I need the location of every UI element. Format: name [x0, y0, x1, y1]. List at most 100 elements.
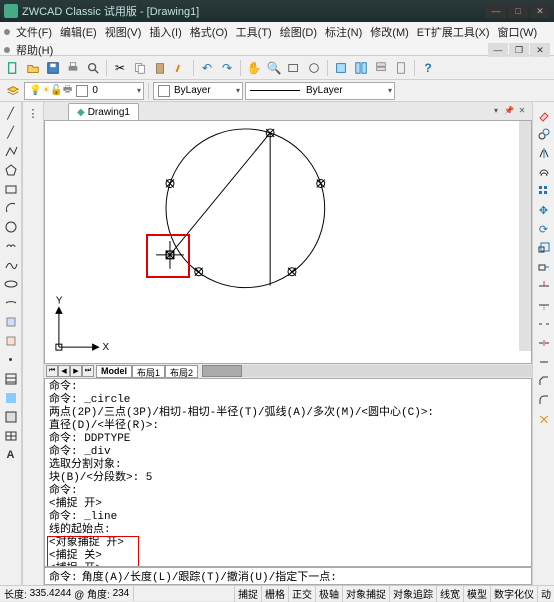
new-button[interactable]	[4, 59, 22, 77]
mirror-tool[interactable]	[535, 144, 553, 162]
cut-button[interactable]: ✂	[111, 59, 129, 77]
calc-button[interactable]	[392, 59, 410, 77]
doc-restore-button[interactable]: ❐	[509, 43, 529, 57]
doc-tab-drawing1[interactable]: ◆ Drawing1	[68, 103, 139, 120]
linetype-select[interactable]: ByLayer	[245, 82, 395, 100]
properties-button[interactable]	[332, 59, 350, 77]
pline-tool[interactable]	[2, 142, 20, 160]
break-tool[interactable]	[535, 315, 553, 333]
minimize-button[interactable]: —	[486, 4, 506, 18]
design-center-button[interactable]	[352, 59, 370, 77]
ellipse-tool[interactable]	[2, 275, 20, 293]
toggle-grid[interactable]: 栅格	[261, 586, 288, 602]
polygon-tool[interactable]	[2, 161, 20, 179]
rotate-tool[interactable]: ⟳	[535, 220, 553, 238]
menu-tools[interactable]: 工具(T)	[232, 23, 276, 41]
tab-layout1[interactable]: 布局1	[132, 365, 165, 378]
grip-icon[interactable]: ⋮	[24, 104, 42, 122]
fillet-tool[interactable]	[535, 391, 553, 409]
nav-first-button[interactable]: ⏮	[46, 365, 58, 377]
hatch-tool[interactable]	[2, 370, 20, 388]
copy-tool[interactable]	[535, 125, 553, 143]
tab-pin-button[interactable]: 📌	[503, 104, 515, 116]
menu-draw[interactable]: 绘图(D)	[276, 23, 321, 41]
toggle-dyn[interactable]: 动	[537, 586, 554, 602]
print-button[interactable]	[64, 59, 82, 77]
scrollbar-horizontal[interactable]	[202, 365, 532, 377]
mtext-tool[interactable]: A	[2, 446, 20, 464]
gradient-tool[interactable]	[2, 389, 20, 407]
menu-edit[interactable]: 编辑(E)	[56, 23, 101, 41]
scrollbar-vertical[interactable]	[519, 121, 531, 351]
circle-tool[interactable]	[2, 218, 20, 236]
toggle-osnap[interactable]: 对象捕捉	[342, 586, 389, 602]
revcloud-tool[interactable]	[2, 237, 20, 255]
insert-tool[interactable]	[2, 313, 20, 331]
menu-window[interactable]: 窗口(W)	[494, 23, 542, 41]
arc-tool[interactable]	[2, 199, 20, 217]
tab-pin-icon[interactable]: ▾	[490, 104, 502, 116]
save-button[interactable]	[44, 59, 62, 77]
menu-file[interactable]: 文件(F)	[12, 23, 56, 41]
menu-help[interactable]: 帮助(H)	[12, 41, 57, 59]
point-tool[interactable]: •	[2, 351, 20, 369]
toggle-model[interactable]: 模型	[463, 586, 490, 602]
toggle-ortho[interactable]: 正交	[288, 586, 315, 602]
chamfer-tool[interactable]	[535, 372, 553, 390]
toggle-tablet[interactable]: 数字化仪	[490, 586, 537, 602]
maximize-button[interactable]: □	[508, 4, 528, 18]
rect-tool[interactable]	[2, 180, 20, 198]
drawing-canvas[interactable]: X Y	[44, 120, 532, 364]
break2-tool[interactable]	[535, 334, 553, 352]
menu-modify[interactable]: 修改(M)	[366, 23, 413, 41]
explode-tool[interactable]	[535, 410, 553, 428]
join-tool[interactable]	[535, 353, 553, 371]
paste-button[interactable]	[151, 59, 169, 77]
preview-button[interactable]	[84, 59, 102, 77]
offset-tool[interactable]	[535, 163, 553, 181]
line-tool[interactable]: ╱	[2, 104, 20, 122]
toggle-lwt[interactable]: 线宽	[436, 586, 463, 602]
toggle-otrack[interactable]: 对象追踪	[389, 586, 436, 602]
help-button[interactable]: ?	[419, 59, 437, 77]
table-tool[interactable]	[2, 427, 20, 445]
extend-tool[interactable]	[535, 296, 553, 314]
move-tool[interactable]: ✥	[535, 201, 553, 219]
menu-et[interactable]: ET扩展工具(X)	[413, 23, 494, 41]
doc-close-button[interactable]: ✕	[530, 43, 550, 57]
menu-insert[interactable]: 插入(I)	[145, 23, 185, 41]
status-coords[interactable]: 长度: 335.4244 @ 角度: 234	[0, 586, 134, 601]
block-tool[interactable]	[2, 332, 20, 350]
toggle-snap[interactable]: 捕捉	[234, 586, 261, 602]
color-select[interactable]: ByLayer	[153, 82, 243, 100]
copy-button[interactable]	[131, 59, 149, 77]
undo-button[interactable]: ↶	[198, 59, 216, 77]
tab-close-button[interactable]: ✕	[516, 104, 528, 116]
erase-tool[interactable]	[535, 106, 553, 124]
zoom-rt-button[interactable]: 🔍	[265, 59, 283, 77]
nav-next-button[interactable]: ▶	[70, 365, 82, 377]
nav-prev-button[interactable]: ◀	[58, 365, 70, 377]
zoom-prev-button[interactable]	[305, 59, 323, 77]
layer-select[interactable]: 💡☀🔓🖶 0	[24, 82, 144, 100]
ellipse-arc-tool[interactable]	[2, 294, 20, 312]
region-tool[interactable]	[2, 408, 20, 426]
menu-view[interactable]: 视图(V)	[101, 23, 146, 41]
menu-dimension[interactable]: 标注(N)	[321, 23, 366, 41]
nav-last-button[interactable]: ⏭	[82, 365, 94, 377]
tab-layout2[interactable]: 布局2	[165, 365, 198, 378]
spline-tool[interactable]	[2, 256, 20, 274]
redo-button[interactable]: ↷	[218, 59, 236, 77]
doc-minimize-button[interactable]: —	[488, 43, 508, 57]
array-tool[interactable]	[535, 182, 553, 200]
xline-tool[interactable]: ╱	[2, 123, 20, 141]
open-button[interactable]	[24, 59, 42, 77]
pan-button[interactable]: ✋	[245, 59, 263, 77]
layer-manager-button[interactable]	[4, 82, 22, 100]
toggle-polar[interactable]: 极轴	[315, 586, 342, 602]
match-button[interactable]	[171, 59, 189, 77]
trim-tool[interactable]	[535, 277, 553, 295]
menu-format[interactable]: 格式(O)	[186, 23, 232, 41]
tool-palettes-button[interactable]	[372, 59, 390, 77]
tab-model[interactable]: Model	[96, 365, 132, 378]
